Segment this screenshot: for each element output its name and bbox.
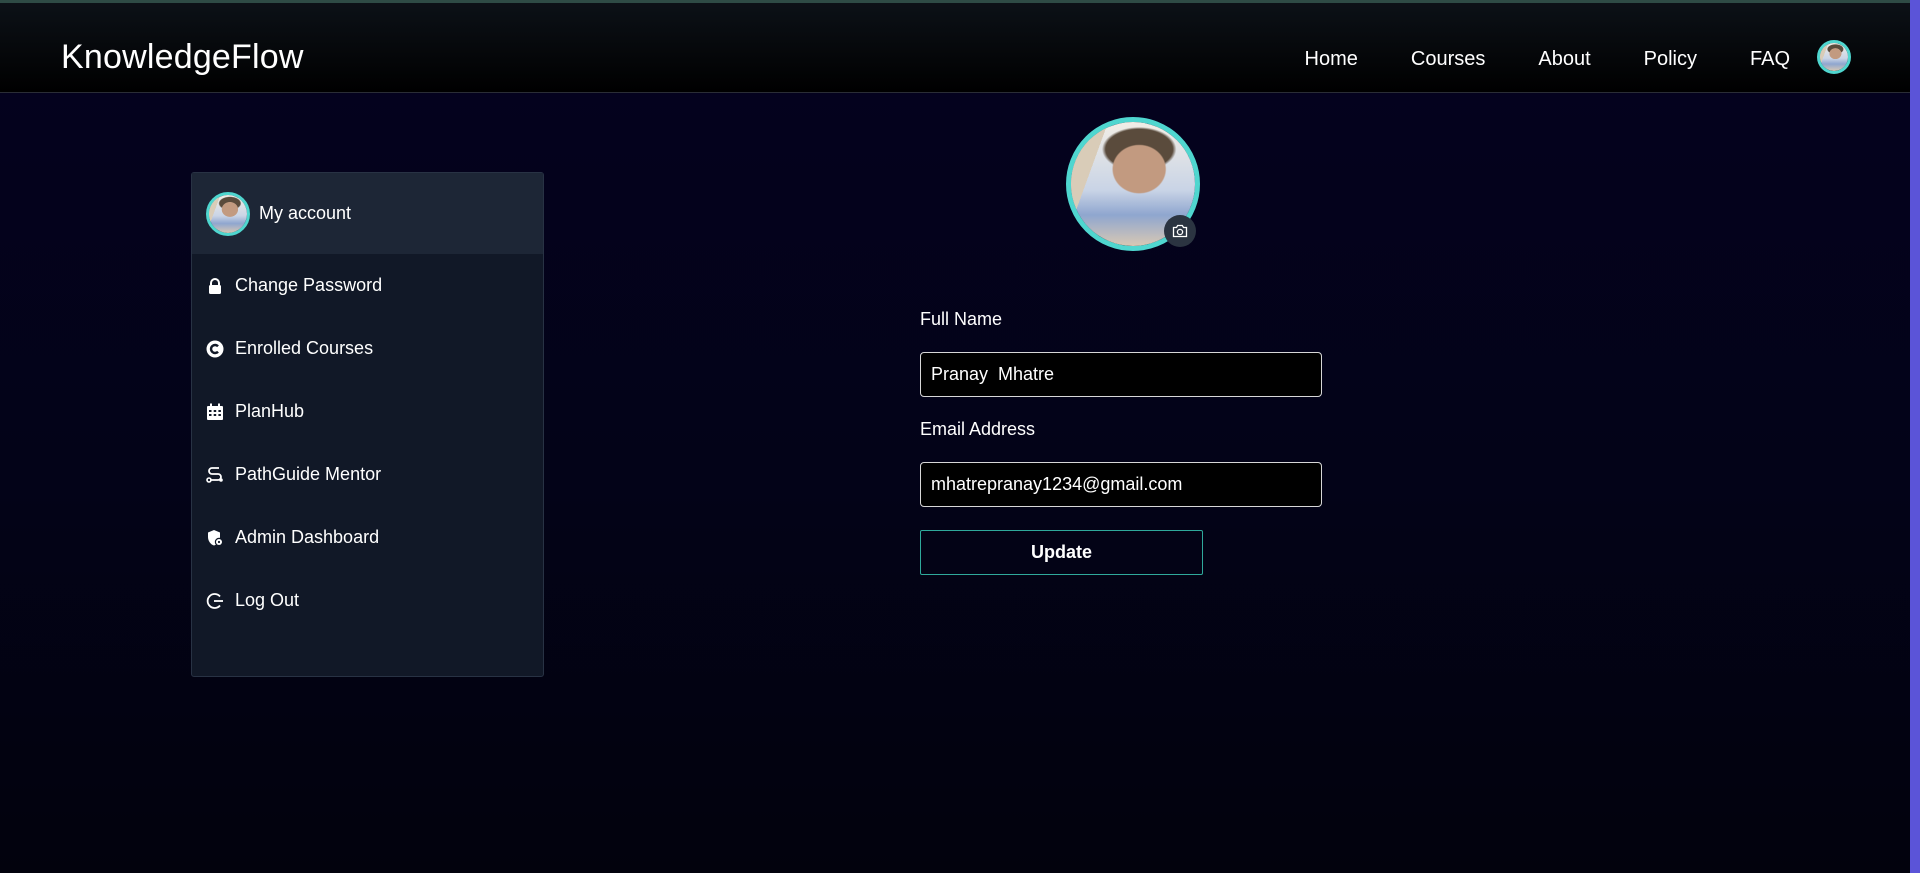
sidebar-item-label: Enrolled Courses	[235, 338, 374, 358]
sidebar-item-enrolled-courses[interactable]: Enrolled Courses	[192, 317, 543, 380]
camera-icon	[1172, 224, 1188, 238]
window-edge-bar	[1910, 0, 1920, 873]
shield-gear-icon	[206, 529, 224, 547]
sidebar-item-change-password[interactable]: Change Password	[192, 254, 543, 317]
calendar-icon	[206, 403, 224, 421]
full-name-input[interactable]	[920, 352, 1322, 397]
avatar-photo	[209, 194, 247, 233]
avatar	[206, 191, 250, 236]
user-avatar[interactable]	[1817, 40, 1851, 74]
sidebar-item-label: Admin Dashboard	[235, 527, 380, 547]
full-name-label: Full Name	[920, 309, 1003, 329]
email-input[interactable]	[920, 462, 1322, 507]
sidebar-item-log-out[interactable]: Log Out	[192, 569, 543, 632]
sidebar-item-label: Change Password	[235, 275, 383, 295]
sidebar-item-planhub[interactable]: PlanHub	[192, 380, 543, 443]
change-photo-button[interactable]	[1164, 215, 1196, 247]
sidebar-item-label: PathGuide Mentor	[235, 464, 382, 484]
update-button[interactable]: Update	[920, 530, 1203, 575]
navbar: KnowledgeFlow Home Courses About Policy …	[0, 3, 1910, 93]
nav-courses[interactable]: Courses	[1411, 48, 1485, 71]
route-icon	[206, 466, 224, 484]
email-label: Email Address	[920, 419, 1036, 439]
sidebar-item-pathguide-mentor[interactable]: PathGuide Mentor	[192, 443, 543, 506]
copyright-icon	[206, 340, 224, 358]
sidebar-item-label: My account	[259, 203, 352, 223]
lock-icon	[206, 277, 224, 295]
sidebar-item-label: Log Out	[235, 590, 300, 610]
sidebar-item-my-account[interactable]: My account	[192, 173, 543, 254]
profile-page: KnowledgeFlow Home Courses About Policy …	[0, 0, 1920, 873]
brand-logo-text[interactable]: KnowledgeFlow	[61, 38, 304, 77]
sidebar-item-label: PlanHub	[235, 401, 305, 421]
avatar-photo	[1820, 43, 1848, 71]
account-sidebar: My account Change Password Enrolled Cour…	[191, 172, 544, 677]
nav-faq[interactable]: FAQ	[1750, 48, 1790, 71]
logout-icon	[206, 592, 224, 610]
nav-policy[interactable]: Policy	[1644, 48, 1697, 71]
nav-about[interactable]: About	[1538, 48, 1590, 71]
sidebar-item-admin-dashboard[interactable]: Admin Dashboard	[192, 506, 543, 569]
nav-links: Home Courses About Policy FAQ	[1305, 48, 1790, 71]
nav-home[interactable]: Home	[1305, 48, 1358, 71]
